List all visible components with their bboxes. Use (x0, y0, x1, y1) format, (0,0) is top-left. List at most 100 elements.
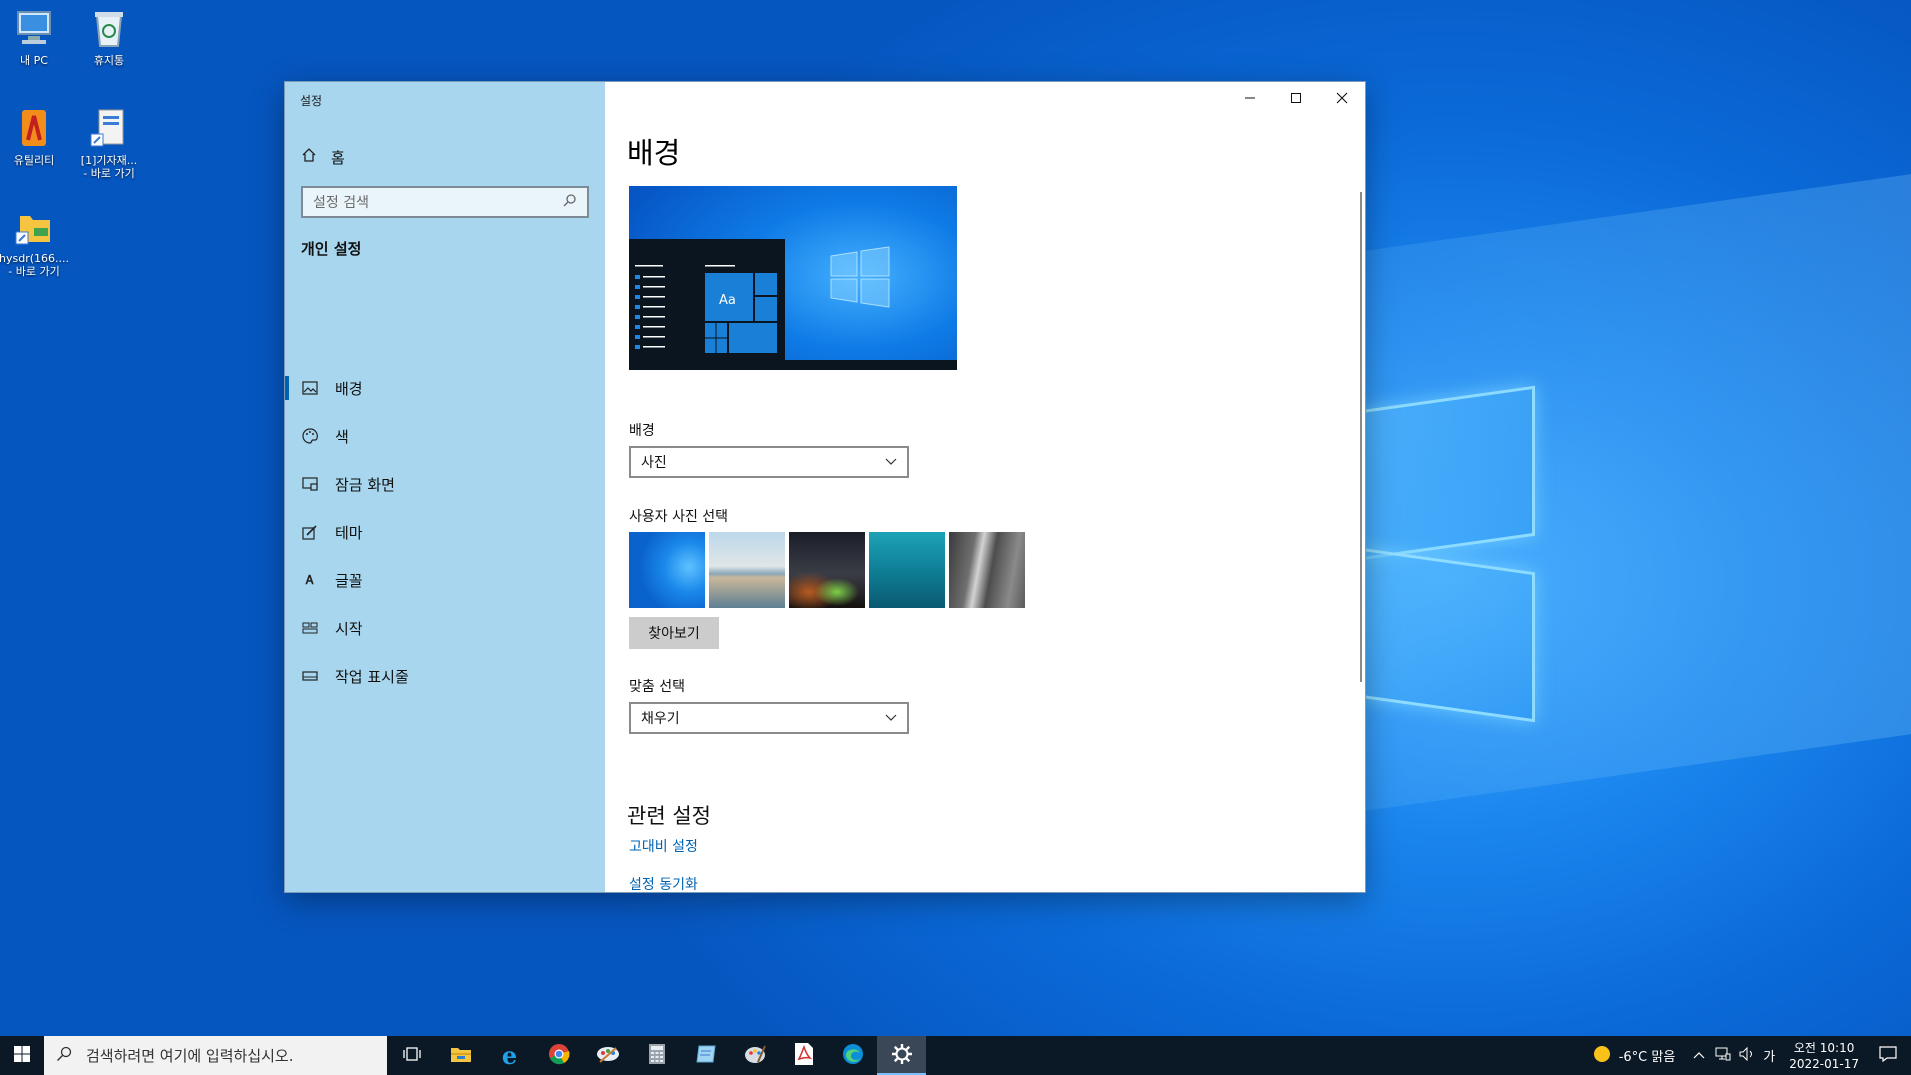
taskbar-app-calculator[interactable] (632, 1036, 681, 1075)
chevron-up-icon[interactable] (1693, 1048, 1705, 1063)
settings-sidebar: 설정 홈 설정 검색 개인 설정 배경 색 잠금 화면 테마 Ꭺ 글꼴 시작 작… (285, 82, 605, 892)
desktop-icon-label: 내 PC (20, 54, 48, 67)
sidebar-item-theme[interactable]: 테마 (285, 512, 605, 552)
sidebar-item-label: 작업 표시줄 (335, 667, 409, 686)
sidebar-item-label: 시작 (335, 619, 363, 638)
search-placeholder: 설정 검색 (313, 195, 369, 211)
ime-indicator[interactable]: 가 (1763, 1046, 1775, 1065)
paint-app-icon (596, 1044, 620, 1068)
palette-icon (301, 427, 319, 445)
sidebar-item-lock-screen[interactable]: 잠금 화면 (285, 464, 605, 504)
sidebar-item-label: 글꼴 (335, 571, 363, 590)
page-title: 배경 (627, 136, 681, 170)
windows-logo-icon (830, 246, 890, 308)
taskbar-app-edge[interactable] (828, 1036, 877, 1075)
desktop-icon-hysdr-shortcut[interactable]: hysdr(166.... - 바로 가기 (0, 204, 71, 278)
sidebar-item-label: 색 (335, 427, 349, 446)
settings-search-input[interactable]: 설정 검색 (301, 186, 589, 218)
sidebar-item-background[interactable]: 배경 (285, 368, 605, 408)
settings-content: 배경 Aa 배경 사진 사용자 사진 선택 찾아보기 맞춤 선택 채우기 관련 … (605, 82, 1365, 892)
edge-icon (842, 1043, 864, 1069)
start-tiles-icon (301, 619, 319, 637)
content-scrollbar[interactable] (1360, 192, 1362, 682)
computer-icon (12, 6, 56, 50)
sidebar-home-label: 홈 (331, 148, 345, 167)
preview-taskbar (629, 360, 957, 370)
windows-start-icon (14, 1045, 30, 1066)
fit-select[interactable]: 채우기 (629, 702, 909, 734)
high-contrast-link[interactable]: 고대비 설정 (629, 836, 698, 856)
weather-text[interactable]: -6°C 맑음 (1619, 1046, 1676, 1065)
font-icon: Ꭺ (305, 572, 315, 587)
desktop-icon-equipment-shortcut[interactable]: [1]기자재... - 바로 가기 (72, 106, 146, 180)
desktop-icon-label-sub: - 바로 가기 (83, 167, 135, 180)
sidebar-item-label: 테마 (335, 523, 363, 542)
notification-icon[interactable] (1879, 1045, 1897, 1066)
picture-thumbnail[interactable] (949, 532, 1025, 608)
chevron-down-icon (885, 710, 897, 726)
theme-brush-icon (301, 523, 319, 541)
search-icon (56, 1046, 72, 1066)
desktop-icon-recycle-bin[interactable]: 휴지통 (72, 6, 146, 67)
search-icon[interactable] (563, 193, 577, 211)
taskbar-app-chrome[interactable] (534, 1036, 583, 1075)
home-icon (301, 147, 317, 167)
taskbar-icon (301, 667, 319, 685)
internet-explorer-icon: e (501, 1041, 518, 1070)
picture-thumbnails (629, 532, 1025, 608)
weather-sun-icon (1593, 1045, 1611, 1067)
preview-tile-text: Aa (719, 293, 736, 308)
utility-app-icon (12, 106, 56, 150)
choose-picture-label: 사용자 사진 선택 (629, 509, 729, 525)
volume-icon[interactable] (1739, 1046, 1755, 1065)
taskbar-app-file-explorer[interactable] (436, 1036, 485, 1075)
window-title: 설정 (300, 94, 323, 108)
chrome-icon (548, 1043, 570, 1069)
taskbar-app-pdf[interactable] (779, 1036, 828, 1075)
chevron-down-icon (885, 454, 897, 470)
clock-date: 2022-01-17 (1789, 1056, 1859, 1071)
picture-thumbnail[interactable] (869, 532, 945, 608)
shortcut-file-icon (87, 106, 131, 150)
background-preview: Aa (629, 186, 957, 370)
start-button[interactable] (0, 1036, 44, 1075)
sidebar-item-color[interactable]: 색 (285, 416, 605, 456)
sidebar-item-font[interactable]: Ꭺ 글꼴 (285, 560, 605, 600)
lock-screen-icon (301, 475, 319, 493)
taskbar-search-box[interactable]: 검색하려면 여기에 입력하십시오. (44, 1036, 387, 1075)
picture-thumbnail[interactable] (709, 532, 785, 608)
sidebar-item-taskbar[interactable]: 작업 표시줄 (285, 656, 605, 696)
browse-button[interactable]: 찾아보기 (629, 617, 719, 649)
file-explorer-icon (450, 1045, 472, 1067)
fit-label: 맞춤 선택 (629, 679, 685, 695)
taskbar-app-paint[interactable] (583, 1036, 632, 1075)
taskbar-app-paint-palette[interactable] (730, 1036, 779, 1075)
picture-thumbnail[interactable] (629, 532, 705, 608)
taskbar-app-notepad[interactable] (681, 1036, 730, 1075)
fit-value: 채우기 (641, 711, 680, 727)
recycle-bin-icon (87, 6, 131, 50)
task-view-icon (402, 1046, 421, 1066)
desktop-icon-label: 유틸리티 (13, 154, 55, 167)
desktop-icon-my-pc[interactable]: 내 PC (0, 6, 71, 67)
taskbar-app-settings[interactable] (877, 1036, 926, 1075)
task-view-button[interactable] (387, 1036, 436, 1075)
taskbar-app-internet-explorer[interactable]: e (485, 1036, 534, 1075)
sync-settings-link[interactable]: 설정 동기화 (629, 874, 698, 892)
desktop-icon-label: [1]기자재... (80, 154, 138, 167)
picture-thumbnail[interactable] (789, 532, 865, 608)
clock-time: 오전 10:10 (1793, 1040, 1855, 1055)
desktop-icon-utility[interactable]: 유틸리티 (0, 106, 71, 167)
settings-gear-icon (891, 1043, 912, 1068)
sidebar-item-start[interactable]: 시작 (285, 608, 605, 648)
desktop-icon-label-sub: - 바로 가기 (8, 265, 60, 278)
picture-icon (301, 379, 319, 397)
sidebar-home[interactable]: 홈 (301, 142, 345, 172)
background-type-select[interactable]: 사진 (629, 446, 909, 478)
taskbar-clock[interactable]: 오전 10:10 2022-01-17 (1789, 1040, 1859, 1072)
desktop-icon-label: hysdr(166.... (0, 252, 69, 265)
preview-start-menu: Aa (629, 239, 785, 360)
shortcut-folder-icon (12, 204, 56, 248)
sidebar-item-label: 배경 (335, 379, 363, 398)
network-icon[interactable] (1715, 1047, 1731, 1065)
